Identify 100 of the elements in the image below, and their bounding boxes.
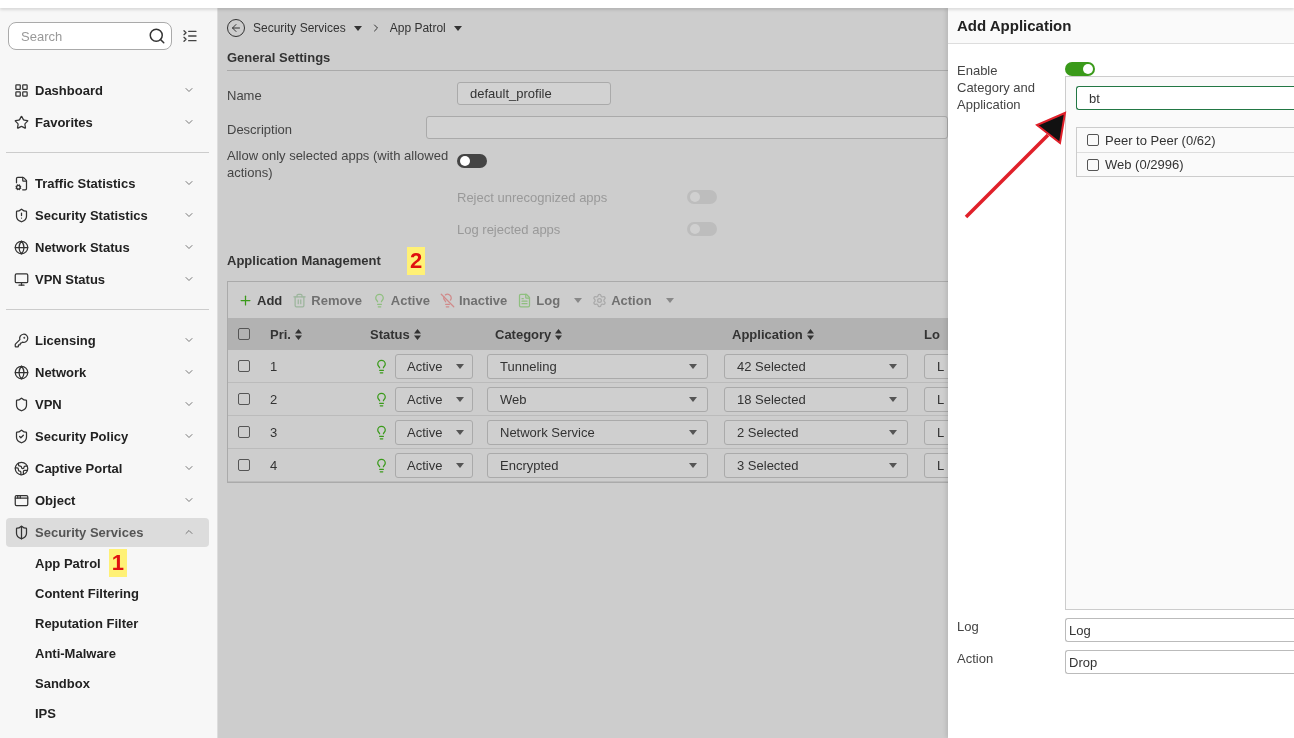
description-field[interactable] (425, 116, 948, 139)
status-select[interactable]: Active (395, 452, 473, 478)
category-select[interactable]: Encrypted (487, 452, 708, 478)
nav-item[interactable]: Object (6, 485, 209, 515)
nav-item[interactable]: Traffic Statistics (6, 168, 209, 198)
caret-icon (889, 429, 897, 435)
status-select[interactable]: Active (395, 353, 473, 379)
monitor-icon (14, 271, 29, 287)
field-label: Enable Category and Application (957, 62, 1037, 113)
application-select[interactable]: 42 Selected (724, 353, 908, 379)
plus-icon (238, 292, 253, 308)
lightbulb-icon (374, 457, 389, 473)
category-select[interactable]: Web (487, 386, 708, 412)
field-label: Name (227, 87, 263, 104)
nav-item[interactable]: VPN (6, 389, 209, 419)
collapse-menu-icon[interactable] (182, 28, 198, 44)
checkbox[interactable] (1087, 158, 1099, 171)
globe-icon (14, 239, 29, 255)
caret-icon (689, 363, 697, 369)
sort-icon[interactable] (413, 328, 421, 340)
category-select[interactable]: Tunneling (487, 353, 708, 379)
sort-icon[interactable] (555, 328, 563, 340)
toolbar-button[interactable]: Add (238, 290, 283, 310)
window-icon (14, 492, 29, 508)
nav-subitem[interactable]: App Patrol (35, 555, 101, 571)
application-select[interactable]: 3 Selected (724, 452, 908, 478)
nav-item[interactable]: Dashboard (6, 75, 209, 105)
step-marker: 2 (407, 247, 426, 275)
lightbulb-off-icon (439, 292, 455, 308)
shield-lock-icon (14, 428, 29, 444)
application-select[interactable]: 2 Selected (724, 419, 908, 445)
nav-item[interactable]: Licensing (6, 325, 209, 355)
nav-subitem[interactable]: Content Filtering (35, 585, 139, 601)
application-select[interactable]: 18 Selected (724, 386, 908, 412)
status-select[interactable]: Active (395, 386, 473, 412)
shield-icon (14, 207, 29, 223)
checkbox[interactable] (238, 393, 250, 405)
column-header: Status (370, 326, 410, 342)
caret-icon (574, 297, 583, 303)
checkbox[interactable] (238, 360, 250, 372)
toggle-switch[interactable] (1065, 62, 1095, 76)
checkbox[interactable] (238, 328, 250, 340)
lightbulb-icon (374, 424, 389, 440)
caret-icon (665, 297, 674, 303)
toggle-switch[interactable] (457, 154, 487, 168)
action-select[interactable]: Drop (1065, 650, 1294, 674)
log-select[interactable]: Log (1065, 618, 1294, 642)
search-icon[interactable] (148, 27, 166, 45)
trash-icon (292, 292, 308, 308)
breadcrumb-link[interactable]: Security Services (253, 21, 346, 35)
sort-icon[interactable] (294, 328, 302, 340)
field-label: Allow only selected apps (with allowed actions) (227, 147, 450, 181)
checkbox[interactable] (238, 459, 250, 471)
caret-icon (453, 25, 462, 31)
nav-item[interactable]: Network Status (6, 232, 209, 262)
nav-item[interactable]: Security Services (6, 517, 209, 547)
nav-subitem[interactable]: IPS (35, 705, 56, 721)
key-icon (14, 332, 29, 348)
section-title: Application Management (227, 253, 381, 268)
gear-icon (592, 292, 608, 308)
breadcrumb-link[interactable]: App Patrol (389, 21, 446, 35)
category-select[interactable]: Network Service (487, 419, 708, 445)
name-field[interactable]: default_profile (457, 82, 611, 105)
nav-item[interactable]: Favorites (6, 107, 209, 137)
step-marker: 1 (108, 549, 127, 577)
globe-icon (14, 364, 29, 380)
nav-subitem[interactable]: Sandbox (35, 675, 90, 691)
log-select[interactable]: L (924, 452, 948, 478)
search-field[interactable]: Search (8, 22, 172, 50)
log-icon (517, 292, 533, 308)
status-select[interactable]: Active (395, 419, 473, 445)
nav-item[interactable]: Captive Portal (6, 453, 209, 483)
nav-item[interactable]: VPN Status (6, 264, 209, 294)
star-icon (14, 114, 29, 130)
checkbox[interactable] (1087, 134, 1099, 146)
table-cell-text: 1 (269, 358, 279, 374)
table-cell-text: 2 (269, 391, 279, 407)
log-select[interactable]: L (924, 386, 948, 412)
nav-item[interactable]: Security Statistics (6, 200, 209, 230)
caret-icon (353, 25, 362, 31)
sort-icon[interactable] (806, 328, 814, 340)
section-title: General Settings (227, 50, 331, 65)
shield-icon (14, 524, 29, 540)
category-label[interactable]: Peer to Peer (0/62) (1105, 132, 1216, 148)
checkbox[interactable] (238, 426, 250, 438)
log-select[interactable]: L (924, 419, 948, 445)
panel-title: Add Application (957, 17, 1072, 34)
nav-item[interactable]: Network (6, 357, 209, 387)
caret-icon (689, 396, 697, 402)
caret-icon (689, 429, 697, 435)
caret-icon (889, 462, 897, 468)
nav-subitem[interactable]: Anti-Malware (35, 645, 116, 661)
search-field[interactable]: bt (1076, 86, 1294, 110)
nav-subitem[interactable]: Reputation Filter (35, 615, 139, 631)
field-label: Action (957, 650, 995, 667)
column-header: Lo (924, 326, 940, 342)
nav-item[interactable]: Security Policy (6, 421, 209, 451)
column-header: Category (495, 326, 552, 342)
log-select[interactable]: L (924, 353, 948, 379)
category-label[interactable]: Web (0/2996) (1105, 157, 1184, 172)
